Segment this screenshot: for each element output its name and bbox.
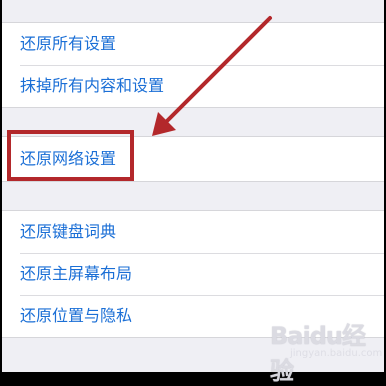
watermark-url: jingyan.baidu.com [290,348,383,359]
baidu-jingyan-watermark: Baidu经验 jingyan.baidu.com [270,316,386,385]
